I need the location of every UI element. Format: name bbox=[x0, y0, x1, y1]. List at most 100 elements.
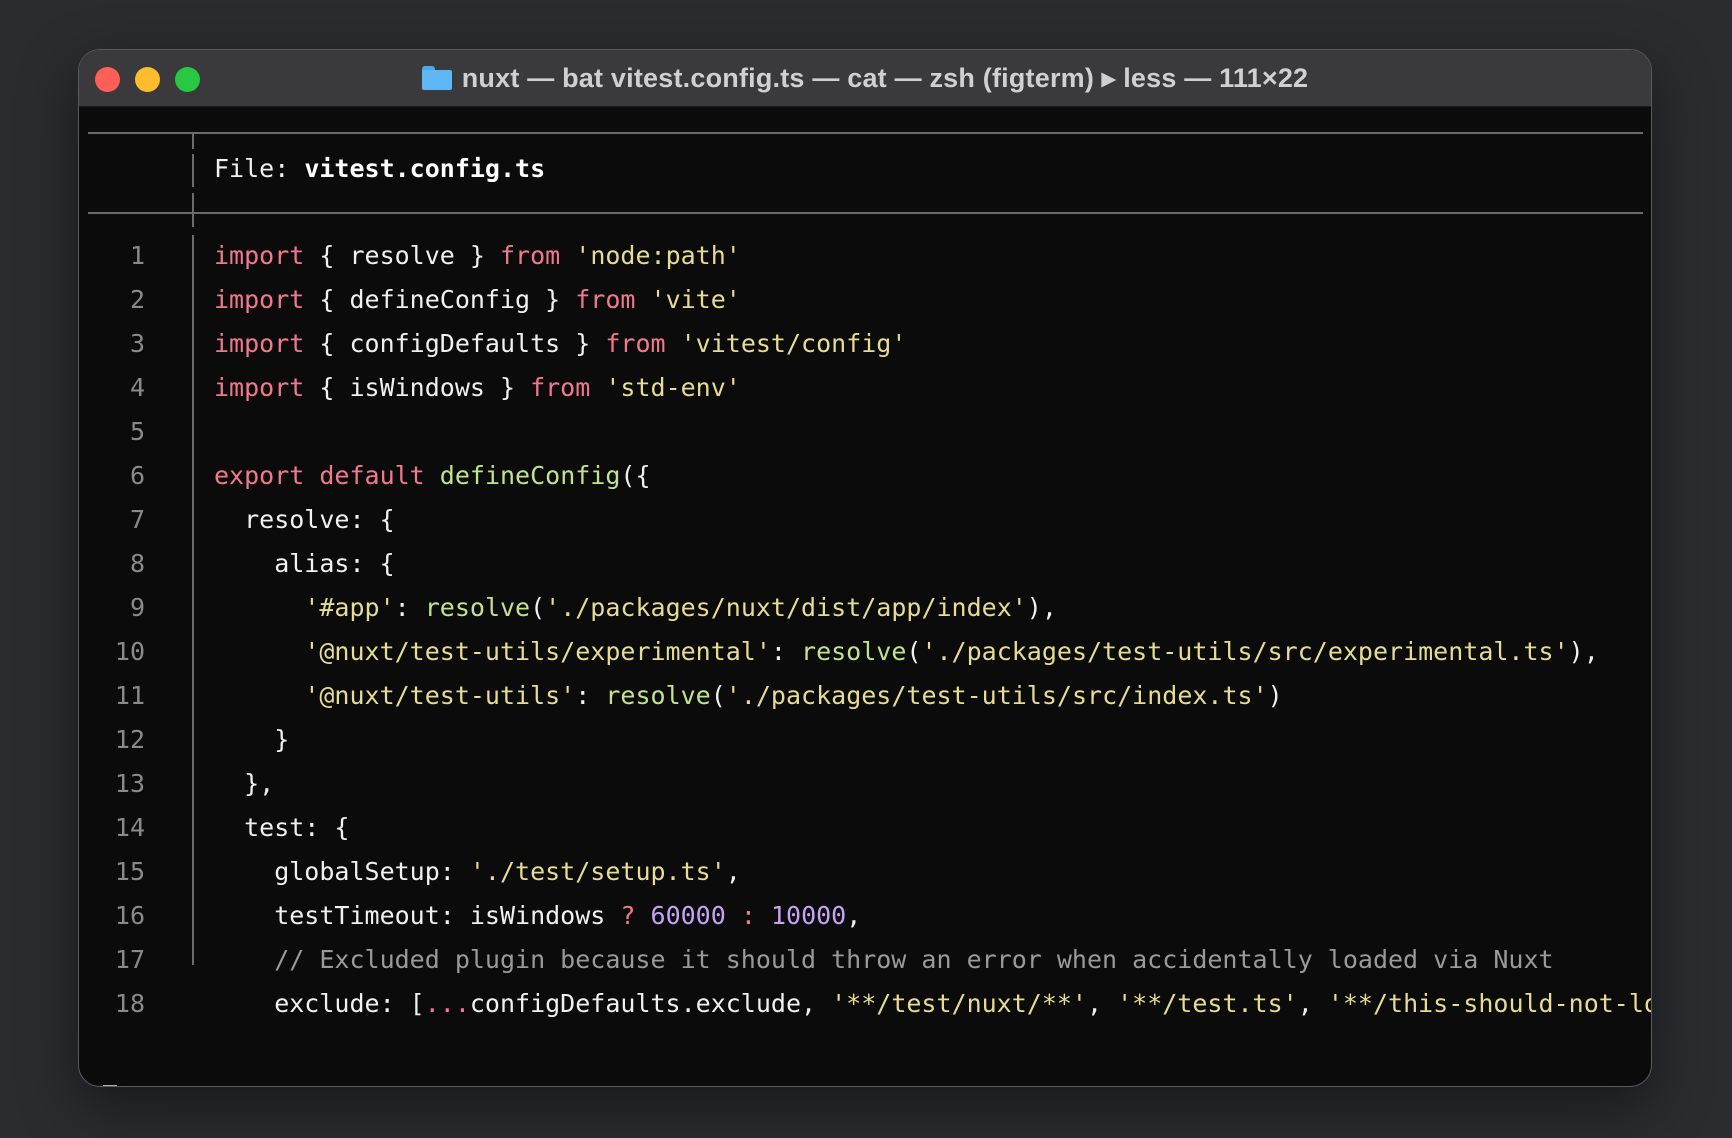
code-token: resolve bbox=[424, 593, 531, 622]
code-token: ) bbox=[1267, 681, 1283, 710]
code-token: ( bbox=[530, 593, 546, 622]
code-token: defineConfig bbox=[439, 461, 621, 490]
code-token: { defineConfig } bbox=[319, 285, 576, 314]
window-title-container: nuxt — bat vitest.config.ts — cat — zsh … bbox=[79, 50, 1651, 106]
code-token: default bbox=[319, 461, 425, 490]
code-token: configDefaults.exclude, bbox=[469, 989, 832, 1018]
code-token: // Excluded plugin because it should thr… bbox=[214, 945, 1554, 974]
code-token: exclude: [ bbox=[214, 989, 425, 1018]
code-token: import bbox=[214, 285, 320, 314]
code-token: : bbox=[394, 593, 425, 622]
line-number: 7 bbox=[129, 505, 145, 534]
line-number: 18 bbox=[114, 989, 145, 1018]
code-token: resolve bbox=[801, 637, 907, 666]
code-token: '@nuxt/test-utils/experimental' bbox=[304, 637, 771, 666]
code-token: testTimeout: isWindows bbox=[214, 901, 621, 930]
line-number: 13 bbox=[114, 769, 145, 798]
text-cursor bbox=[103, 1085, 117, 1086]
code-token: : bbox=[575, 681, 606, 710]
folder-icon bbox=[421, 66, 452, 90]
code-line: testTimeout: isWindows ? 60000 : 10000, bbox=[214, 894, 861, 938]
code-token: import bbox=[214, 329, 320, 358]
code-line: globalSetup: './test/setup.ts', bbox=[214, 850, 741, 894]
code-line: import { defineConfig } from 'vite' bbox=[214, 278, 741, 322]
line-number: 14 bbox=[114, 813, 145, 842]
terminal-window: nuxt — bat vitest.config.ts — cat — zsh … bbox=[78, 49, 1652, 1087]
code-token: '**/test/nuxt/**' bbox=[831, 989, 1087, 1018]
code-token: ... bbox=[424, 989, 470, 1018]
code-token: from bbox=[530, 373, 591, 402]
code-token: ( bbox=[710, 681, 726, 710]
line-number: 4 bbox=[129, 373, 145, 402]
code-line: } bbox=[214, 718, 289, 762]
code-token: '**/this-should-not-load.spe bbox=[1327, 989, 1651, 1018]
code-token: './packages/test-utils/src/index.ts' bbox=[725, 681, 1268, 710]
code-token: 'vite' bbox=[650, 285, 741, 314]
code-token: resolve: { bbox=[214, 505, 395, 534]
code-token: test: { bbox=[214, 813, 350, 842]
line-number: 15 bbox=[114, 857, 145, 886]
code-line: alias: { bbox=[214, 542, 394, 586]
line-number: 6 bbox=[129, 461, 145, 490]
header-bottom-rule bbox=[88, 212, 1643, 214]
file-name: vitest.config.ts bbox=[304, 154, 546, 183]
gutter-divider bbox=[192, 235, 194, 965]
code-token: from bbox=[575, 285, 636, 314]
code-token: } bbox=[214, 725, 290, 754]
code-line: import { isWindows } from 'std-env' bbox=[214, 366, 741, 410]
code-line: import { configDefaults } from 'vitest/c… bbox=[214, 322, 906, 366]
code-token: , bbox=[1297, 989, 1328, 1018]
line-number: 12 bbox=[114, 725, 145, 754]
code-line: '#app': resolve('./packages/nuxt/dist/ap… bbox=[214, 586, 1057, 630]
code-token: , bbox=[725, 857, 741, 886]
window-title: nuxt — bat vitest.config.ts — cat — zsh … bbox=[461, 62, 1309, 93]
code-token: export bbox=[214, 461, 305, 490]
gutter-divider-top bbox=[192, 133, 194, 149]
code-token: , bbox=[1086, 989, 1118, 1018]
line-number: 9 bbox=[129, 593, 145, 622]
line-number: 8 bbox=[129, 549, 145, 578]
line-number: 10 bbox=[114, 637, 145, 666]
header-top-rule bbox=[88, 132, 1643, 134]
code-token: 'node:path' bbox=[575, 241, 741, 270]
code-token: ( bbox=[906, 637, 922, 666]
code-token: : bbox=[770, 637, 802, 666]
code-line: export default defineConfig({ bbox=[214, 454, 651, 498]
code-token: ), bbox=[1568, 637, 1599, 666]
code-token: '**/test.ts' bbox=[1117, 989, 1298, 1018]
code-line: '@nuxt/test-utils': resolve('./packages/… bbox=[214, 674, 1283, 718]
code-token: , bbox=[846, 901, 862, 930]
code-token: import bbox=[214, 373, 320, 402]
file-label: File: bbox=[214, 154, 305, 183]
title-bar: nuxt — bat vitest.config.ts — cat — zsh … bbox=[79, 50, 1651, 107]
line-number: 11 bbox=[114, 681, 145, 710]
code-line: // Excluded plugin because it should thr… bbox=[214, 938, 1554, 982]
code-token: from bbox=[605, 329, 666, 358]
gutter-divider-header bbox=[192, 154, 194, 187]
code-token: 60000 bbox=[650, 901, 726, 930]
code-token: globalSetup: bbox=[214, 857, 470, 886]
terminal-content[interactable]: File: vitest.config.ts 1 import { resolve… bbox=[79, 107, 1651, 1086]
code-token: ), bbox=[1026, 593, 1057, 622]
code-line: '@nuxt/test-utils/experimental': resolve… bbox=[214, 630, 1599, 674]
code-token: ({ bbox=[620, 461, 651, 490]
line-number: 5 bbox=[129, 417, 145, 446]
line-number: 17 bbox=[114, 945, 145, 974]
code-line: test: { bbox=[214, 806, 349, 850]
line-number: 16 bbox=[114, 901, 145, 930]
file-header: File: vitest.config.ts bbox=[214, 147, 545, 191]
line-number: 2 bbox=[129, 285, 145, 314]
code-token: './packages/test-utils/src/experimental.… bbox=[921, 637, 1569, 666]
code-line: exclude: [...configDefaults.exclude, '**… bbox=[214, 982, 1651, 1026]
